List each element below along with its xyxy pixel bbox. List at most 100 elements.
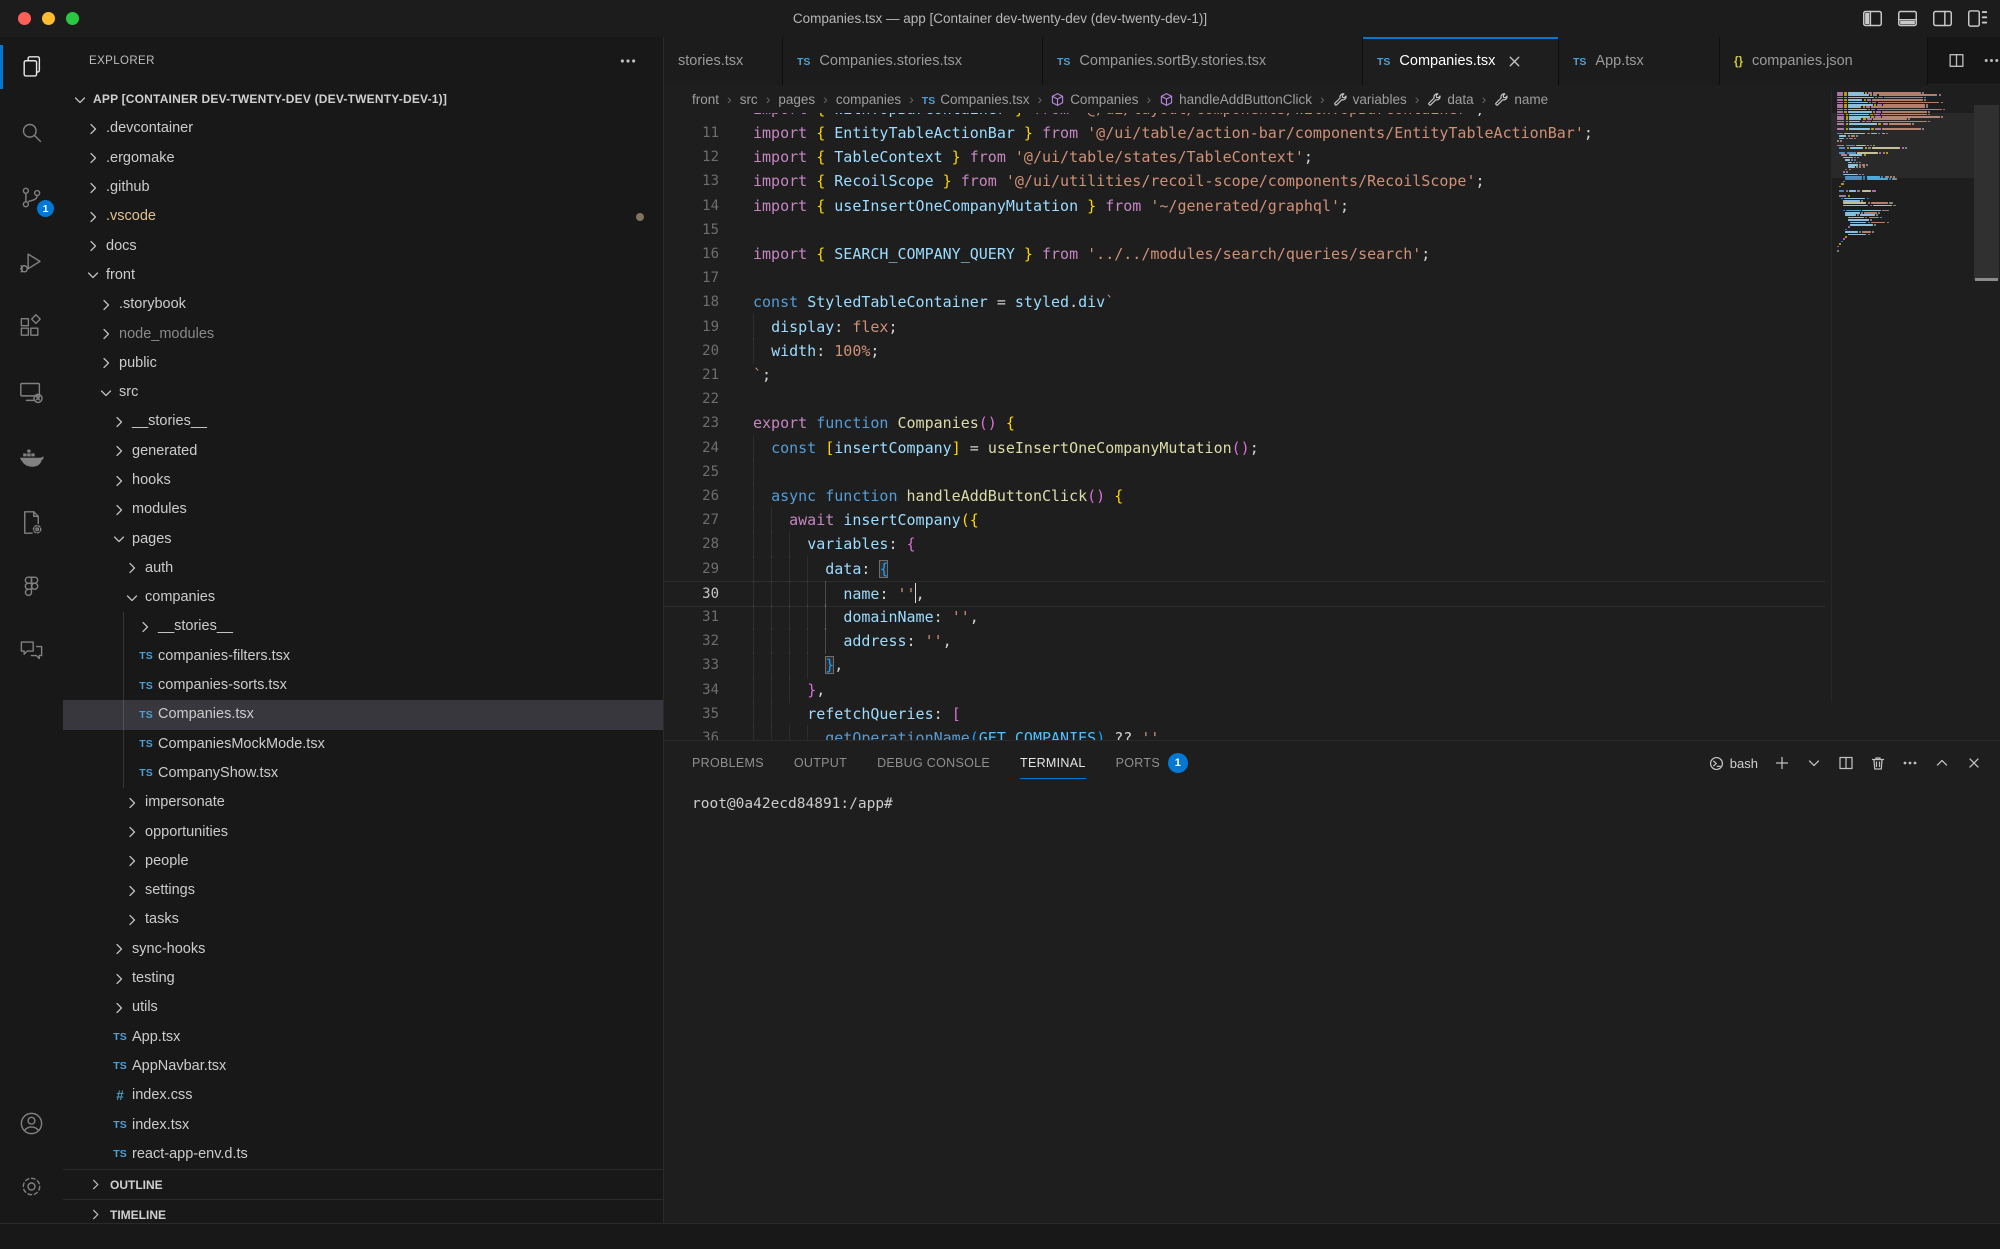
split-terminal-icon[interactable]: [1838, 755, 1854, 771]
code-line-13[interactable]: 13import { RecoilScope } from '@/ui/util…: [664, 169, 1826, 193]
activity-item-source-control[interactable]: 1: [0, 173, 63, 221]
tree-item-public[interactable]: public: [63, 349, 663, 378]
sidebar-section-outline[interactable]: OUTLINE: [63, 1169, 663, 1199]
tree-item--stories-[interactable]: __stories__: [63, 612, 663, 641]
tab-companies.tsx[interactable]: TSCompanies.tsx: [1363, 37, 1559, 85]
code-line-15[interactable]: 15: [664, 218, 1826, 242]
tree-item-.github[interactable]: .github: [63, 173, 663, 202]
tab-app.tsx[interactable]: TSApp.tsx: [1559, 37, 1720, 85]
tree-item-impersonate[interactable]: impersonate: [63, 788, 663, 817]
terminal-output[interactable]: root@0a42ecd84891:/app#: [692, 796, 1980, 812]
editor-more-actions-icon[interactable]: [1983, 52, 2000, 69]
tree-item-companiesmockmode.tsx[interactable]: TSCompaniesMockMode.tsx: [63, 730, 663, 759]
code-line-30[interactable]: 30 name: '',: [664, 581, 1826, 607]
breadcrumb-item-data[interactable]: data: [1427, 92, 1473, 107]
toggle-primary-sidebar-icon[interactable]: [1862, 8, 1883, 29]
tree-item-sync-hooks[interactable]: sync-hooks: [63, 935, 663, 964]
code-line-31[interactable]: 31 domainName: '',: [664, 605, 1826, 629]
tree-item-index.css[interactable]: #index.css: [63, 1081, 663, 1110]
zoom-window-button[interactable]: [66, 12, 79, 25]
tree-item-front[interactable]: front: [63, 261, 663, 290]
close-tab-icon[interactable]: [1506, 53, 1523, 70]
tree-item-companies-sorts.tsx[interactable]: TScompanies-sorts.tsx: [63, 671, 663, 700]
breadcrumb-item-name[interactable]: name: [1494, 92, 1548, 107]
minimap-viewport[interactable]: [1832, 113, 1974, 178]
code-line-12[interactable]: 12import { TableContext } from '@/ui/tab…: [664, 145, 1826, 169]
tree-item-modules[interactable]: modules: [63, 495, 663, 524]
tree-item-.devcontainer[interactable]: .devcontainer: [63, 114, 663, 143]
code-line-22[interactable]: 22: [664, 387, 1826, 411]
activity-item-search[interactable]: [0, 108, 63, 156]
breadcrumb-item-companies.tsx[interactable]: TSCompanies.tsx: [922, 92, 1030, 107]
activity-item-explorer[interactable]: [0, 43, 63, 91]
panel-tab-debug-console[interactable]: DEBUG CONSOLE: [877, 741, 990, 785]
code-line-35[interactable]: 35 refetchQueries: [: [664, 702, 1826, 726]
code-line-32[interactable]: 32 address: '',: [664, 629, 1826, 653]
tree-item-utils[interactable]: utils: [63, 993, 663, 1022]
tree-item-auth[interactable]: auth: [63, 554, 663, 583]
code-line-20[interactable]: 20 width: 100%;: [664, 339, 1826, 363]
scrollbar[interactable]: [1973, 90, 2000, 740]
tree-item-appnavbar.tsx[interactable]: TSAppNavbar.tsx: [63, 1052, 663, 1081]
code-line-25[interactable]: 25: [664, 460, 1826, 484]
split-editor-icon[interactable]: [1948, 52, 1965, 69]
code-line-10[interactable]: 10import { WithTopBarContainer } from '@…: [664, 113, 1826, 121]
activity-item-accounts[interactable]: [0, 1099, 63, 1147]
code-line-16[interactable]: 16import { SEARCH_COMPANY_QUERY } from '…: [664, 242, 1826, 266]
tree-item-companyshow.tsx[interactable]: TSCompanyShow.tsx: [63, 759, 663, 788]
code-line-24[interactable]: 24 const [insertCompany] = useInsertOneC…: [664, 436, 1826, 460]
code-line-29[interactable]: 29 data: {: [664, 557, 1826, 581]
activity-item-extensions[interactable]: [0, 303, 63, 351]
tree-item-tasks[interactable]: tasks: [63, 905, 663, 934]
minimap[interactable]: [1831, 90, 1974, 702]
code-line-17[interactable]: 17: [664, 266, 1826, 290]
tree-item-pages[interactable]: pages: [63, 524, 663, 553]
close-window-button[interactable]: [18, 12, 31, 25]
breadcrumb-item-src[interactable]: src: [740, 92, 758, 107]
tree-item-app.tsx[interactable]: TSApp.tsx: [63, 1023, 663, 1052]
activity-item-settings[interactable]: [0, 1162, 63, 1210]
launch-profile-chevron-icon[interactable]: [1806, 755, 1822, 771]
breadcrumb-item-companies[interactable]: Companies: [1050, 92, 1138, 107]
tree-item-.vscode[interactable]: .vscode: [63, 202, 663, 231]
tree-item--stories-[interactable]: __stories__: [63, 407, 663, 436]
panel-more-actions-icon[interactable]: [1902, 755, 1918, 771]
code-editor[interactable]: 10import { WithTopBarContainer } from '@…: [664, 113, 1831, 740]
tree-item-src[interactable]: src: [63, 378, 663, 407]
minimize-window-button[interactable]: [42, 12, 55, 25]
code-line-27[interactable]: 27 await insertCompany({: [664, 508, 1826, 532]
tree-item-react-app-env.d.ts[interactable]: TSreact-app-env.d.ts: [63, 1140, 663, 1169]
panel-tab-terminal[interactable]: TERMINAL: [1020, 741, 1086, 785]
panel-tab-problems[interactable]: PROBLEMS: [692, 741, 764, 785]
toggle-secondary-sidebar-icon[interactable]: [1932, 8, 1953, 29]
activity-item-container-tools[interactable]: [0, 498, 63, 546]
tree-item-opportunities[interactable]: opportunities: [63, 817, 663, 846]
code-line-36[interactable]: 36 getOperationName(GET_COMPANIES) ?? ''…: [664, 726, 1826, 740]
code-line-11[interactable]: 11import { EntityTableActionBar } from '…: [664, 121, 1826, 145]
activity-item-figma[interactable]: [0, 563, 63, 611]
sidebar-section-timeline[interactable]: TIMELINE: [63, 1199, 663, 1224]
close-panel-icon[interactable]: [1966, 755, 1982, 771]
tree-item-.storybook[interactable]: .storybook: [63, 290, 663, 319]
tree-item-.ergomake[interactable]: .ergomake: [63, 144, 663, 173]
breadcrumb-item-pages[interactable]: pages: [778, 92, 815, 107]
tab-companies.stories.tsx[interactable]: TSCompanies.stories.tsx: [783, 37, 1043, 85]
kill-terminal-icon[interactable]: [1870, 755, 1886, 771]
activity-item-remote-explorer[interactable]: [0, 368, 63, 416]
tree-item-hooks[interactable]: hooks: [63, 466, 663, 495]
code-line-23[interactable]: 23export function Companies() {: [664, 411, 1826, 435]
code-line-33[interactable]: 33 },: [664, 653, 1826, 677]
scrollbar-thumb[interactable]: [1974, 105, 1999, 280]
code-line-14[interactable]: 14import { useInsertOneCompanyMutation }…: [664, 194, 1826, 218]
code-line-19[interactable]: 19 display: flex;: [664, 315, 1826, 339]
activity-item-comments[interactable]: [0, 626, 63, 674]
code-line-28[interactable]: 28 variables: {: [664, 532, 1826, 556]
breadcrumb-item-companies[interactable]: companies: [836, 92, 901, 107]
tab-stories.tsx[interactable]: stories.tsx: [664, 37, 783, 85]
tree-item-index.tsx[interactable]: TSindex.tsx: [63, 1110, 663, 1139]
tab-companies.json[interactable]: {}companies.json: [1720, 37, 1928, 85]
tree-item-node-modules[interactable]: node_modules: [63, 319, 663, 348]
tree-section-header[interactable]: APP [CONTAINER DEV-TWENTY-DEV (DEV-TWENT…: [63, 85, 663, 114]
tree-item-companies.tsx[interactable]: TSCompanies.tsx: [63, 700, 663, 729]
tree-item-settings[interactable]: settings: [63, 876, 663, 905]
